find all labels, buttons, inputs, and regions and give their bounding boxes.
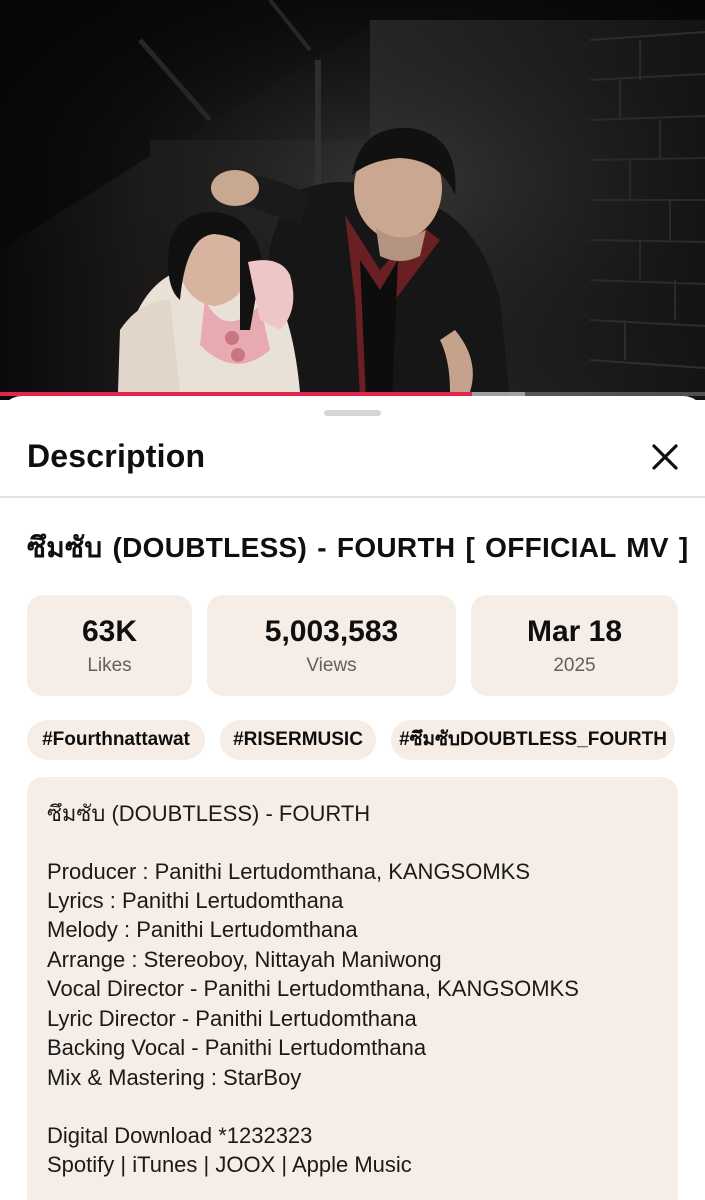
description-sheet: Description ซึมซับ (DOUBTLESS) - FOURTH … (0, 396, 705, 1200)
upload-date: Mar 18 (526, 615, 623, 648)
hashtag-chip[interactable]: #ซึมซับDOUBTLESS_FOURTH (391, 720, 675, 760)
description-line: Digital Download *1232323 (47, 1123, 313, 1148)
likes-stat: 63K Likes (27, 595, 192, 696)
hashtag-chip[interactable]: #RISERMUSIC (220, 720, 376, 760)
hashtag-chip[interactable]: #Fourthnattawat (27, 720, 205, 760)
description-body: ซึมซับ (DOUBTLESS) - FOURTH Producer : P… (27, 777, 678, 1200)
description-line: Producer : Panithi Lertudomthana, KANGSO… (47, 859, 531, 884)
description-line: Arrange : Stereoboy, Nittayah Maniwong (47, 947, 442, 972)
description-line: Lyrics : Panithi Lertudomthana (47, 888, 344, 913)
views-label: Views (306, 655, 357, 676)
drag-handle[interactable] (324, 410, 381, 416)
close-icon (652, 444, 678, 470)
date-stat: Mar 18 2025 (471, 595, 678, 696)
description-line: Backing Vocal - Panithi Lertudomthana (47, 1035, 427, 1060)
description-line: Spotify | iTunes | JOOX | Apple Music (47, 1152, 412, 1177)
video-title: ซึมซับ (DOUBTLESS) - FOURTH [ OFFICIAL M… (27, 532, 689, 563)
views-count: 5,003,583 (264, 615, 399, 648)
likes-label: Likes (87, 655, 132, 676)
video-player[interactable] (0, 0, 705, 400)
description-line: Melody : Panithi Lertudomthana (47, 917, 358, 942)
video-frame-image (0, 0, 705, 400)
description-line: Lyric Director - Panithi Lertudomthana (47, 1006, 417, 1031)
likes-count: 63K (81, 615, 138, 648)
description-line: Mix & Mastering : StarBoy (47, 1065, 302, 1090)
views-stat: 5,003,583 Views (207, 595, 456, 696)
description-line: Vocal Director - Panithi Lertudomthana, … (47, 976, 579, 1001)
close-button[interactable] (640, 432, 690, 482)
page: Description ซึมซับ (DOUBTLESS) - FOURTH … (0, 0, 705, 1200)
upload-year: 2025 (553, 655, 596, 676)
header-divider (0, 496, 705, 498)
sheet-title: Description (27, 438, 206, 474)
description-line: ซึมซับ (DOUBTLESS) - FOURTH (47, 801, 371, 826)
